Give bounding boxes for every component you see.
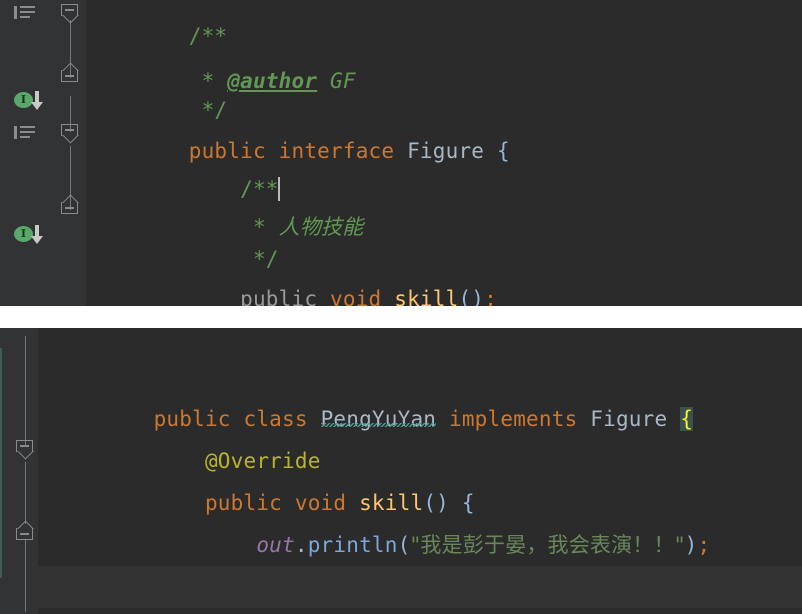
implemented-by-icon[interactable]: I — [14, 224, 46, 246]
code-line[interactable]: public void skill() { — [38, 440, 802, 515]
gutter-folding-interface[interactable] — [48, 0, 87, 306]
code-line[interactable]: @Override — [38, 398, 802, 473]
code-line[interactable]: * 人物技能 — [86, 170, 802, 239]
code-line[interactable]: public class PengYuYan implements Figure… — [38, 356, 802, 431]
javadoc-lines-icon[interactable] — [14, 125, 36, 141]
ide-screenshot: I I /** * @author GF */ public interface… — [0, 0, 802, 614]
code-line[interactable] — [38, 328, 802, 356]
impl-arrow-head — [31, 236, 43, 244]
code-line[interactable]: /** — [86, 0, 802, 48]
editor-panel-interface[interactable]: I I /** * @author GF */ public interface… — [0, 0, 802, 306]
fold-end-icon[interactable] — [61, 194, 80, 214]
gutter-accent-line — [0, 348, 2, 578]
fold-expanded-icon[interactable] — [61, 4, 80, 24]
javadoc-lines-icon[interactable] — [14, 5, 36, 21]
fold-end-icon[interactable] — [16, 520, 35, 540]
fold-expanded-icon[interactable] — [16, 440, 35, 460]
code-line[interactable]: } — [38, 524, 802, 599]
fold-end-icon[interactable] — [61, 62, 80, 82]
gutter-icons-interface[interactable]: I I — [0, 0, 48, 306]
code-line-current[interactable]: } — [38, 566, 802, 608]
fold-expanded-icon[interactable] — [61, 124, 80, 144]
code-line[interactable]: public void skill(); — [86, 242, 802, 306]
code-line[interactable]: out.println("我是彭于晏，我会表演！！"); — [38, 482, 802, 557]
code-area-interface[interactable]: /** * @author GF */ public interface Fig… — [86, 0, 802, 306]
editor-panel-class[interactable]: public class PengYuYan implements Figure… — [0, 328, 802, 614]
gutter-icons-class — [0, 328, 14, 614]
fold-region-line — [25, 462, 26, 524]
code-line[interactable]: } — [86, 280, 802, 306]
code-line[interactable]: * @author GF — [86, 24, 802, 93]
gutter-folding-class[interactable] — [14, 328, 39, 614]
code-line[interactable]: */ — [86, 208, 802, 271]
impl-arrow-head — [31, 102, 43, 110]
fold-region-line — [25, 540, 26, 612]
implemented-by-icon[interactable]: I — [14, 90, 46, 112]
code-line[interactable]: */ — [86, 62, 802, 122]
panel-separator-gap — [0, 306, 802, 328]
code-line[interactable]: /** — [86, 132, 802, 201]
fold-region-line — [25, 336, 26, 446]
code-line[interactable]: public interface Figure { — [86, 94, 802, 163]
code-area-class[interactable]: public class PengYuYan implements Figure… — [38, 328, 802, 614]
